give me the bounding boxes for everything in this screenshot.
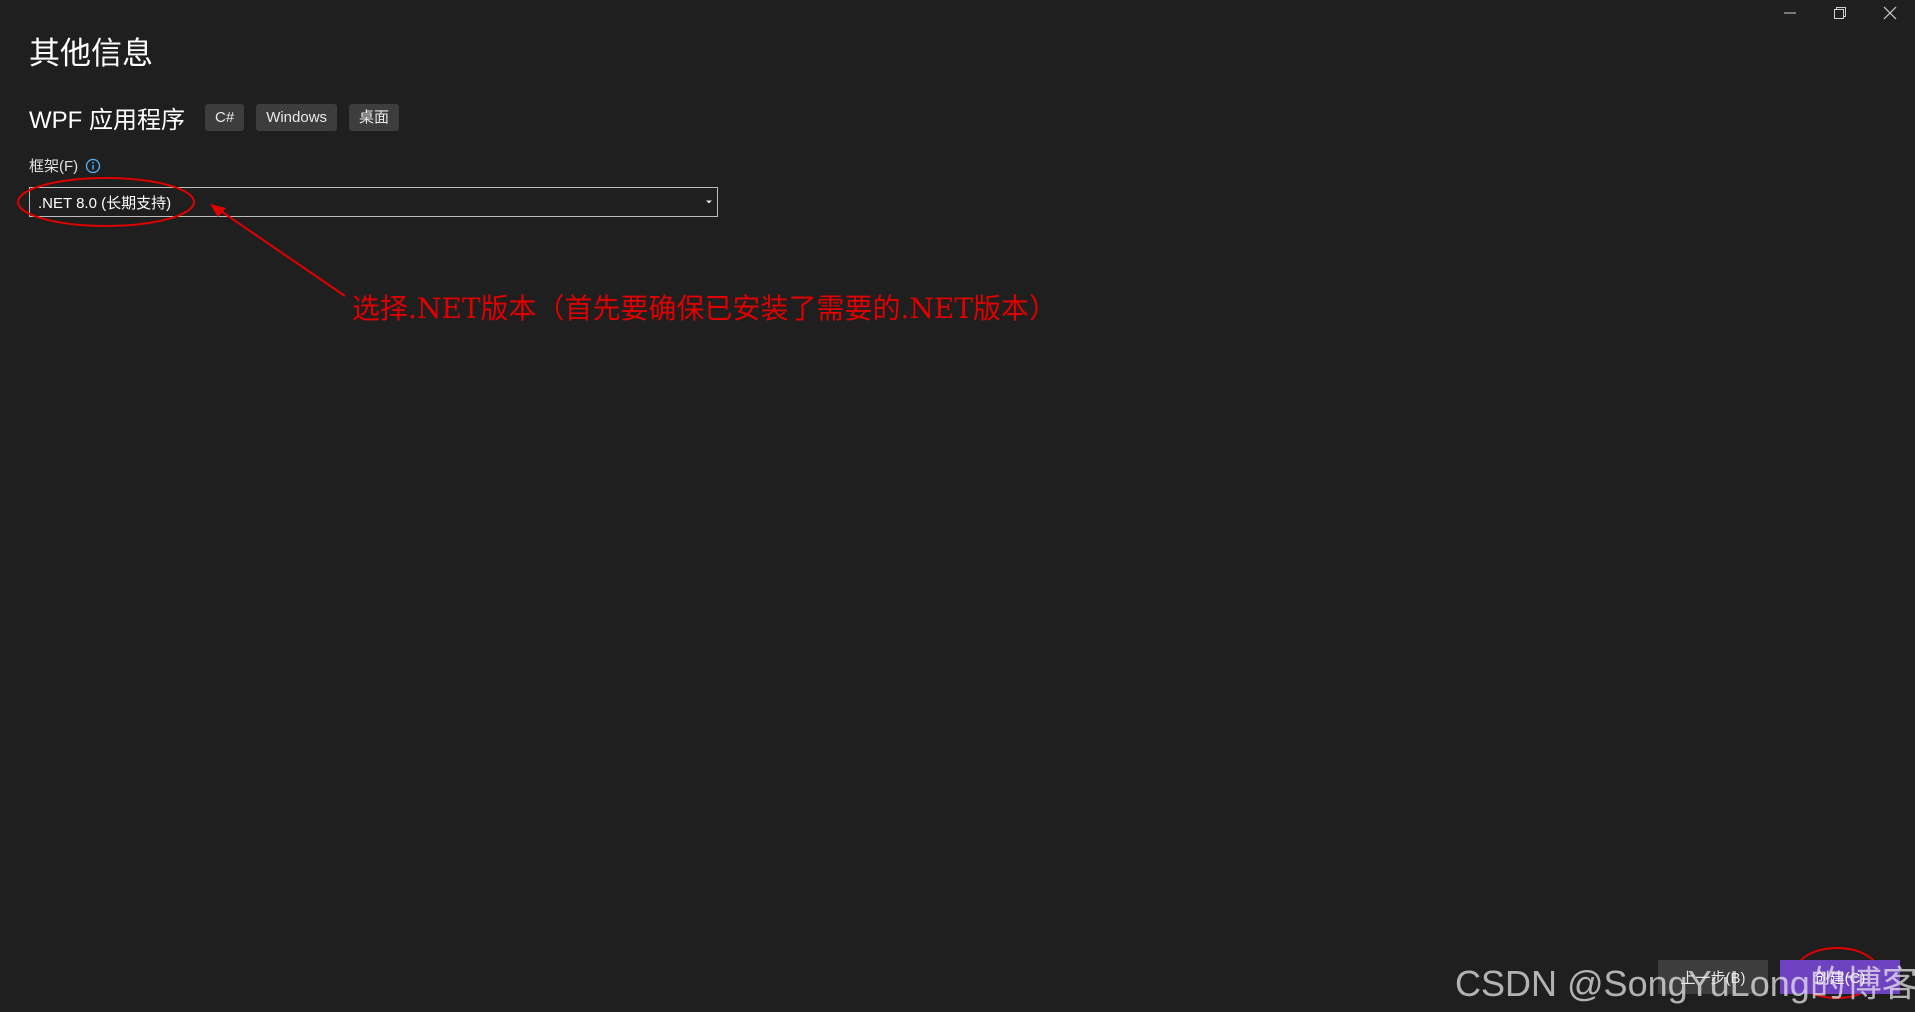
- window-controls: [1765, 0, 1915, 26]
- restore-icon: [1834, 7, 1846, 19]
- annotation-text: 选择.NET版本（首先要确保已安装了需要的.NET版本）: [352, 292, 1058, 325]
- minimize-icon: [1784, 12, 1796, 14]
- minimize-button[interactable]: [1765, 0, 1815, 26]
- restore-button[interactable]: [1815, 0, 1865, 26]
- tag-language: C#: [205, 104, 245, 131]
- framework-label: 框架(F): [29, 158, 79, 175]
- info-icon[interactable]: [85, 158, 101, 174]
- annotation-overlay: [17, 177, 1880, 999]
- framework-selected-value: .NET 8.0 (长期支持): [38, 194, 172, 212]
- project-header: WPF 应用程序 C# Windows 桌面: [29, 100, 411, 135]
- chevron-down-icon: [706, 200, 712, 204]
- project-template-name: WPF 应用程序: [29, 107, 185, 134]
- tag-platform: Windows: [256, 104, 338, 131]
- page-title: 其他信息: [29, 36, 153, 71]
- close-button[interactable]: [1865, 0, 1915, 26]
- annotation-arrow-line: [211, 204, 346, 297]
- create-button[interactable]: 创建(C): [1780, 960, 1900, 994]
- close-icon: [1883, 6, 1897, 20]
- framework-label-row: 框架(F): [29, 155, 101, 176]
- tag-project-type: 桌面: [349, 104, 400, 131]
- back-button[interactable]: 上一步(B): [1658, 960, 1768, 994]
- framework-dropdown[interactable]: .NET 8.0 (长期支持): [29, 187, 718, 217]
